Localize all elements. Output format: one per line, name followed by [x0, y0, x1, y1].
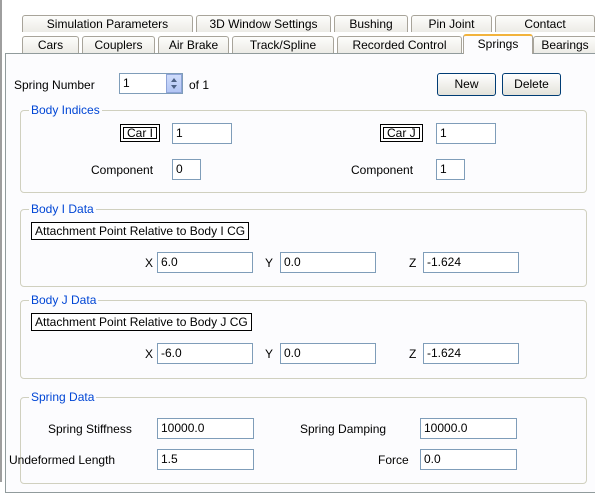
spring-data-title: Spring Data [29, 390, 97, 404]
body-i-data-title: Body I Data [29, 202, 96, 216]
spring-count-text: of 1 [189, 78, 210, 92]
body-j-x-value: -6.0 [161, 346, 182, 360]
car-j-input[interactable]: 1 [436, 123, 496, 144]
undeformed-length-input[interactable]: 1.5 [157, 449, 254, 470]
body-i-z-label: Z [409, 256, 417, 270]
tab-contact[interactable]: Contact [495, 15, 595, 32]
body-i-x-value: 6.0 [161, 255, 178, 269]
body-j-y-value: 0.0 [284, 346, 301, 360]
body-j-data-title: Body J Data [29, 293, 99, 307]
body-indices-title: Body Indices [29, 103, 102, 117]
spring-number-label: Spring Number [14, 78, 95, 92]
spring-data-group: Spring Data Spring Stiffness 10000.0 Spr… [9, 390, 587, 484]
component-i-label: Component [91, 163, 154, 177]
body-j-x-label: X [145, 347, 154, 361]
spring-damping-input[interactable]: 10000.0 [420, 418, 517, 439]
delete-button[interactable]: Delete [502, 73, 561, 96]
force-label: Force [378, 453, 409, 467]
component-i-value: 0 [176, 162, 183, 176]
body-i-x-label: X [145, 256, 154, 270]
body-j-y-label: Y [265, 347, 274, 361]
body-i-y-label: Y [265, 256, 274, 270]
component-j-input[interactable]: 1 [436, 159, 465, 180]
body-i-z-value: -1.624 [427, 255, 462, 269]
car-i-input[interactable]: 1 [172, 123, 232, 144]
spring-stiffness-value: 10000.0 [161, 421, 205, 435]
body-j-data-group: Body J Data Attachment Point Relative to… [20, 293, 587, 379]
car-j-value: 1 [440, 126, 447, 140]
component-j-value: 1 [440, 162, 447, 176]
body-j-attachment-label: Attachment Point Relative to Body J CG [31, 313, 252, 331]
spring-stiffness-input[interactable]: 10000.0 [157, 418, 254, 439]
body-indices-group: Body Indices Car I 1 Car J 1 Component 0… [20, 103, 587, 193]
undeformed-length-value: 1.5 [161, 452, 178, 466]
new-button[interactable]: New [437, 73, 496, 96]
force-value: 0.0 [424, 452, 441, 466]
tab-3d-window-settings[interactable]: 3D Window Settings [196, 15, 331, 32]
force-input[interactable]: 0.0 [420, 449, 517, 470]
body-j-z-input[interactable]: -1.624 [423, 343, 519, 364]
tab-bearings[interactable]: Bearings [533, 36, 595, 53]
body-i-y-input[interactable]: 0.0 [280, 252, 376, 273]
up-down-arrows-icon [171, 78, 177, 89]
tab-pin-joint[interactable]: Pin Joint [411, 15, 492, 32]
body-i-x-input[interactable]: 6.0 [157, 252, 253, 273]
spring-number-spinner[interactable] [166, 74, 182, 93]
tab-air-brake[interactable]: Air Brake [158, 36, 229, 53]
body-i-data-group: Body I Data Attachment Point Relative to… [20, 202, 587, 287]
body-i-z-input[interactable]: -1.624 [423, 252, 519, 273]
spring-stiffness-label: Spring Stiffness [48, 422, 132, 436]
tab-springs[interactable]: Springs [463, 34, 533, 54]
springs-panel: Spring Number 1 of 1 New Delete Body Ind… [5, 53, 595, 493]
body-j-y-input[interactable]: 0.0 [280, 343, 376, 364]
tab-simulation-parameters[interactable]: Simulation Parameters [22, 15, 193, 32]
car-j-label: Car J [380, 124, 423, 142]
undeformed-length-label: Undeformed Length [9, 453, 116, 467]
component-i-input[interactable]: 0 [172, 159, 201, 180]
tab-cars[interactable]: Cars [22, 36, 79, 53]
tab-track-spline[interactable]: Track/Spline [232, 36, 334, 53]
window-left-edge [0, 0, 2, 482]
tab-recorded-control[interactable]: Recorded Control [337, 36, 462, 53]
body-i-y-value: 0.0 [284, 255, 301, 269]
spring-damping-value: 10000.0 [424, 421, 468, 435]
car-i-label: Car I [120, 124, 161, 142]
body-i-attachment-label: Attachment Point Relative to Body I CG [31, 222, 250, 240]
tab-bushing[interactable]: Bushing [334, 15, 408, 32]
body-j-x-input[interactable]: -6.0 [157, 343, 253, 364]
tab-couplers[interactable]: Couplers [82, 36, 155, 53]
spring-number-value: 1 [123, 76, 130, 90]
component-j-label: Component [351, 163, 414, 177]
spring-damping-label: Spring Damping [300, 422, 387, 436]
car-i-value: 1 [176, 126, 183, 140]
body-j-z-value: -1.624 [427, 346, 462, 360]
body-j-z-label: Z [409, 347, 417, 361]
